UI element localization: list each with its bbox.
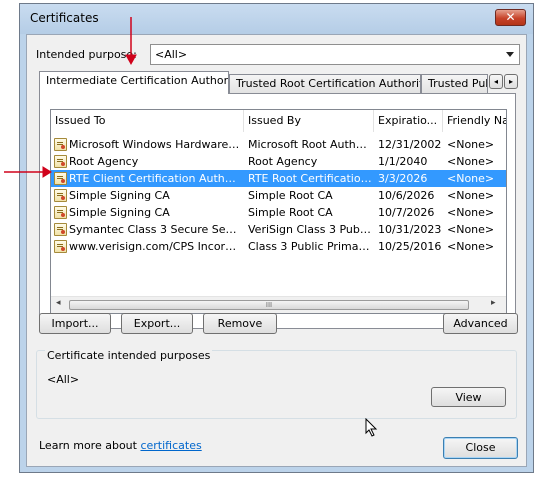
chevron-left-icon: ◂ — [493, 77, 498, 86]
cell-friendly-name: <None> — [447, 223, 495, 236]
column-header-friendly-name[interactable]: Friendly Nar — [443, 110, 506, 132]
advanced-button[interactable]: Advanced — [443, 313, 518, 334]
table-row[interactable]: Simple Signing CA Simple Root CA 10/7/20… — [51, 204, 506, 221]
tab-trusted-root-label: Trusted Root Certification Authorities — [236, 77, 421, 90]
table-row-selected[interactable]: RTE Client Certification Authority RTE R… — [51, 170, 506, 187]
cell-friendly-name: <None> — [447, 155, 495, 168]
close-button[interactable]: Close — [443, 437, 518, 459]
cell-issued-to: Simple Signing CA — [69, 189, 170, 202]
tab-scroll-left-button[interactable]: ◂ — [489, 74, 503, 89]
intended-purpose-select[interactable]: <All> — [150, 44, 520, 65]
certificate-icon — [54, 240, 67, 253]
intended-purposes-value: <All> — [47, 373, 80, 386]
cell-issued-by: VeriSign Class 3 Public... — [248, 223, 372, 236]
certificate-icon — [54, 223, 67, 236]
tab-intermediate-label: Intermediate Certification Authorities — [46, 74, 229, 87]
table-row[interactable]: Microsoft Windows Hardware Co... Microso… — [51, 136, 506, 153]
column-header-expiration[interactable]: Expiratio... — [374, 110, 443, 132]
cell-issued-to: Simple Signing CA — [69, 206, 170, 219]
cell-issued-by: RTE Root Certification... — [248, 172, 372, 185]
scrollbar-thumb[interactable]: III — [69, 300, 469, 310]
tab-trusted-publishers-label: Trusted Publ — [428, 77, 487, 90]
dialog-body: Intended purpose: <All> Intermediate Cer… — [26, 34, 527, 467]
tab-intermediate[interactable]: Intermediate Certification Authorities — [39, 71, 229, 94]
cell-friendly-name: <None> — [447, 172, 495, 185]
column-header-issued-to[interactable]: Issued To — [51, 110, 244, 132]
certificate-icon — [54, 206, 67, 219]
scroll-right-arrow-icon[interactable]: ▸ — [491, 298, 496, 308]
cell-issued-by: Class 3 Public Primary ... — [248, 240, 372, 253]
mouse-cursor-icon — [365, 418, 378, 437]
cell-expiration: 3/3/2026 — [378, 172, 428, 185]
intended-purpose-label: Intended purpose: — [36, 48, 137, 61]
close-window-button[interactable]: ✕ — [495, 9, 526, 26]
certificates-link[interactable]: certificates — [140, 439, 201, 452]
table-row[interactable]: Symantec Class 3 Secure Server... VeriSi… — [51, 221, 506, 238]
tab-trusted-root[interactable]: Trusted Root Certification Authorities — [229, 74, 421, 93]
certificate-icon — [54, 138, 67, 151]
cell-issued-to: Symantec Class 3 Secure Server... — [69, 223, 241, 236]
cell-expiration: 10/7/2026 — [378, 206, 435, 219]
dropdown-arrow-icon — [506, 52, 514, 57]
cell-expiration: 10/25/2016 — [378, 240, 442, 253]
certificate-icon — [54, 172, 67, 185]
cell-expiration: 10/6/2026 — [378, 189, 435, 202]
list-rows: Microsoft Windows Hardware Co... Microso… — [51, 136, 506, 296]
learn-more-text: Learn more about certificates — [39, 439, 202, 452]
scrollbar-grip-icon: III — [265, 301, 273, 309]
cell-issued-by: Root Agency — [248, 155, 318, 168]
cell-issued-to: www.verisign.com/CPS Incorp.b... — [69, 240, 241, 253]
cell-issued-by: Simple Root CA — [248, 206, 333, 219]
import-button[interactable]: Import... — [39, 313, 111, 334]
table-row[interactable]: Simple Signing CA Simple Root CA 10/6/20… — [51, 187, 506, 204]
tab-panel: Issued To Issued By Expiratio... Friendl… — [39, 93, 516, 329]
scroll-left-arrow-icon[interactable]: ◂ — [56, 298, 61, 308]
certificates-dialog: Certificates ✕ Intended purpose: <All> I… — [19, 3, 534, 473]
cell-issued-by: Simple Root CA — [248, 189, 333, 202]
cell-issued-to: Microsoft Windows Hardware Co... — [69, 138, 241, 151]
certificate-icon — [54, 189, 67, 202]
cell-expiration: 1/1/2040 — [378, 155, 428, 168]
cell-issued-to: Root Agency — [69, 155, 139, 168]
tab-scroll-right-button[interactable]: ▸ — [504, 74, 518, 89]
chevron-right-icon: ▸ — [508, 77, 513, 86]
cell-friendly-name: <None> — [447, 206, 495, 219]
cell-issued-by: Microsoft Root Authority — [248, 138, 372, 151]
cell-expiration: 10/31/2023 — [378, 223, 442, 236]
column-header-issued-by[interactable]: Issued By — [244, 110, 374, 132]
cell-expiration: 12/31/2002 — [378, 138, 442, 151]
intended-purposes-title: Certificate intended purposes — [45, 349, 213, 362]
table-row[interactable]: Root Agency Root Agency 1/1/2040 <None> — [51, 153, 506, 170]
cell-friendly-name: <None> — [447, 240, 495, 253]
horizontal-scrollbar[interactable]: ◂ III ▸ — [51, 296, 506, 313]
tab-trusted-publishers[interactable]: Trusted Publ — [421, 74, 488, 93]
title-bar: Certificates ✕ — [20, 4, 533, 34]
intended-purposes-group: Certificate intended purposes <All> View — [36, 349, 517, 419]
table-row[interactable]: www.verisign.com/CPS Incorp.b... Class 3… — [51, 238, 506, 255]
certificate-icon — [54, 155, 67, 168]
learn-more-prefix: Learn more about — [39, 439, 141, 452]
window-title: Certificates — [30, 11, 99, 25]
view-button[interactable]: View — [431, 387, 506, 407]
intended-purpose-value: <All> — [155, 48, 188, 61]
cell-issued-to: RTE Client Certification Authority — [69, 172, 241, 185]
remove-button[interactable]: Remove — [203, 313, 277, 334]
certificate-list: Issued To Issued By Expiratio... Friendl… — [50, 109, 507, 314]
close-icon: ✕ — [505, 10, 516, 24]
cell-friendly-name: <None> — [447, 138, 495, 151]
export-button[interactable]: Export... — [121, 313, 193, 334]
cell-friendly-name: <None> — [447, 189, 495, 202]
list-header: Issued To Issued By Expiratio... Friendl… — [51, 110, 506, 132]
